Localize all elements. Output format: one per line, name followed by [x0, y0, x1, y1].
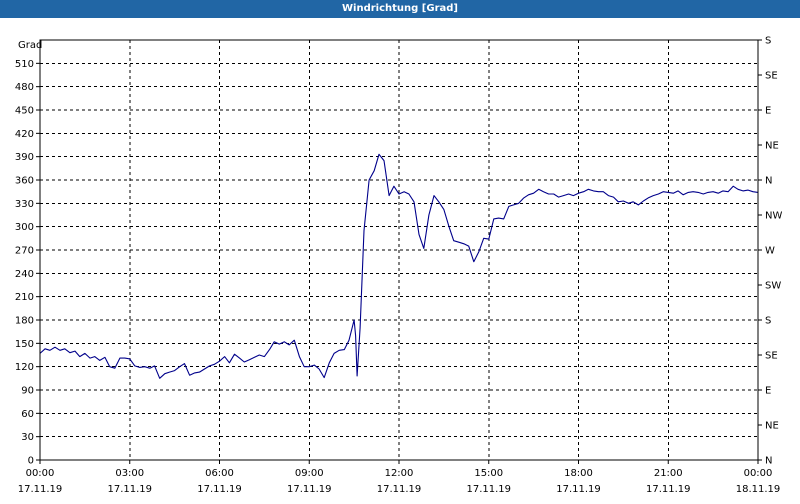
wind-direction-chart: Grad 0 30 60 90 120 150 180 210 240 270 300 330 360 3…	[15, 36, 783, 496]
y-axis-right-ticks: N NE E SE S SW W NW N NE E SE S	[758, 36, 782, 467]
x-tick-time-label: 12:00	[385, 468, 414, 479]
y-tick-label: 30	[21, 432, 34, 443]
x-tick-time-label: 18:00	[564, 468, 593, 479]
y-right-tick-label: S	[765, 36, 771, 47]
x-tick-time-label: 15:00	[474, 468, 503, 479]
x-tick-time-label: 00:00	[26, 468, 55, 479]
y-tick-label: 510	[15, 59, 34, 70]
y-tick-label: 450	[15, 106, 34, 117]
y-right-tick-label: E	[765, 386, 771, 397]
x-tick-date-label: 17.11.19	[646, 484, 691, 495]
x-tick-time-label: 00:00	[744, 468, 773, 479]
x-tick-date-label: 17.11.19	[287, 484, 332, 495]
y-tick-label: 240	[15, 269, 34, 280]
y-tick-label: 120	[15, 362, 34, 373]
y-right-tick-label: NW	[765, 211, 782, 222]
x-tick-time-label: 09:00	[295, 468, 324, 479]
x-tick-time-label: 21:00	[654, 468, 683, 479]
x-tick-time-label: 06:00	[205, 468, 234, 479]
y-tick-label: 0	[28, 456, 34, 467]
series-line	[39, 153, 759, 379]
chart-title: Windrichtung [Grad]	[0, 0, 800, 18]
y-tick-label: 210	[15, 292, 34, 303]
y-tick-label: 390	[15, 152, 34, 163]
x-tick-date-label: 17.11.19	[556, 484, 601, 495]
x-axis-ticks: 00:00 17.11.19 03:00 17.11.19 06:00 17.11.19 0…	[18, 460, 781, 495]
y-tick-label: 330	[15, 199, 34, 210]
y-tick-label: 150	[15, 339, 34, 350]
y-right-tick-label: NE	[765, 141, 779, 152]
grid-lines	[40, 40, 758, 460]
series-group	[39, 153, 759, 379]
x-tick-date-label: 17.11.19	[377, 484, 422, 495]
y-axis-left-ticks: 0 30 60 90 120 150 180 210 240 270 300 330 360 390 420…	[15, 59, 40, 467]
x-tick-date-label: 17.11.19	[18, 484, 63, 495]
x-tick-date-label: 18.11.19	[736, 484, 781, 495]
y-tick-label: 90	[21, 386, 34, 397]
y-tick-label: 180	[15, 316, 34, 327]
y-tick-label: 60	[21, 409, 34, 420]
y-right-tick-label: S	[765, 316, 771, 327]
y-tick-label: 360	[15, 176, 34, 187]
y-right-tick-label: NE	[765, 421, 779, 432]
y-axis-label: Grad	[18, 40, 42, 51]
y-tick-label: 480	[15, 82, 34, 93]
y-right-tick-label: SW	[765, 281, 781, 292]
x-tick-time-label: 03:00	[115, 468, 144, 479]
y-right-tick-label: N	[765, 176, 772, 187]
y-tick-label: 270	[15, 246, 34, 257]
x-tick-date-label: 17.11.19	[197, 484, 242, 495]
y-tick-label: 300	[15, 222, 34, 233]
x-tick-date-label: 17.11.19	[466, 484, 511, 495]
y-right-tick-label: W	[765, 246, 775, 257]
y-right-tick-label: SE	[765, 351, 778, 362]
y-right-tick-label: E	[765, 106, 771, 117]
chart-area: Grad 0 30 60 90 120 150 180 210 240 270 300 330 360 3…	[0, 18, 800, 500]
y-right-tick-label: SE	[765, 71, 778, 82]
y-tick-label: 420	[15, 129, 34, 140]
y-right-tick-label: N	[765, 456, 772, 467]
x-tick-date-label: 17.11.19	[107, 484, 152, 495]
